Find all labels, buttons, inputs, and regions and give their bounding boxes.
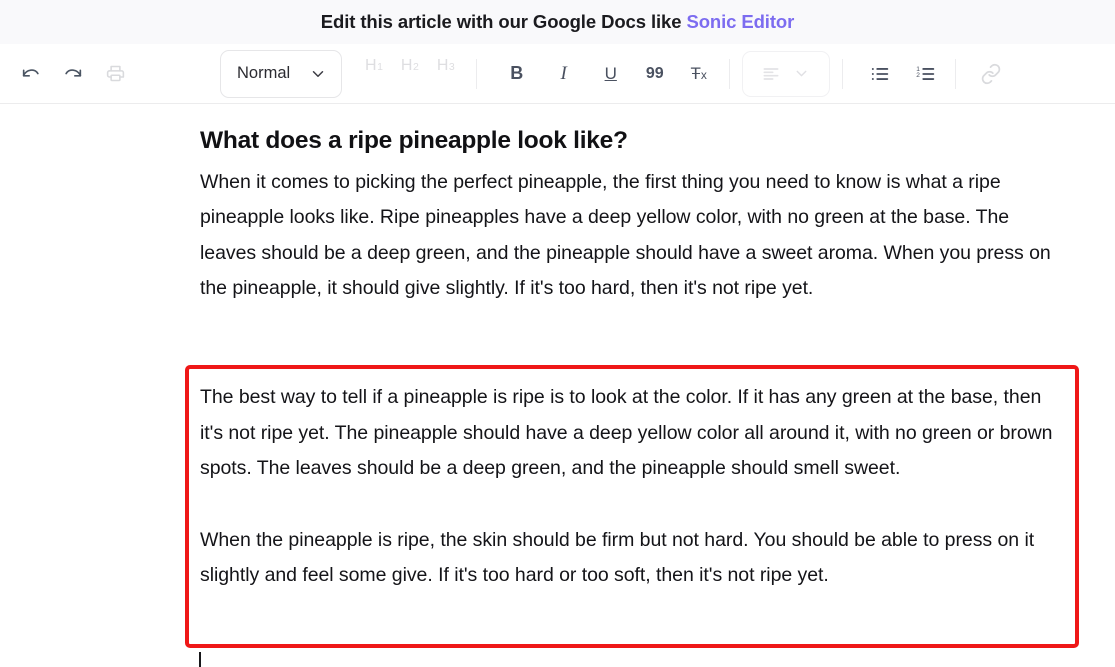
- sonic-editor-link[interactable]: Sonic Editor: [686, 11, 794, 32]
- heading-1-sub: 1: [377, 60, 383, 73]
- heading-3-sub: 3: [448, 60, 455, 73]
- paragraph-style-value: Normal: [237, 64, 291, 82]
- print-button[interactable]: [98, 57, 132, 91]
- undo-icon: [20, 63, 42, 85]
- bulleted-list-button[interactable]: [863, 57, 897, 91]
- heading-3-label: H: [436, 56, 449, 74]
- blockquote-button[interactable]: 99: [637, 57, 673, 91]
- chevron-down-icon: [309, 65, 327, 83]
- numbered-list-icon: 1 2: [915, 63, 937, 85]
- italic-button[interactable]: I: [546, 57, 582, 91]
- sonic-editor-app: Edit this article with our Google Docs l…: [0, 0, 1115, 667]
- header-title-text: Edit this article with our Google Docs l…: [320, 11, 687, 32]
- heading-2-button[interactable]: H2: [392, 57, 428, 91]
- toolbar-separator-3: [841, 58, 843, 89]
- clear-formatting-button[interactable]: Tx: [681, 57, 717, 91]
- document-content-top: What does a ripe pineapple look like? Wh…: [200, 125, 1062, 307]
- selected-paragraph-1: The best way to tell if a pineapple is r…: [200, 386, 1053, 479]
- underline-button[interactable]: U: [593, 57, 629, 91]
- selected-block-content: The best way to tell if a pineapple is r…: [200, 380, 1062, 594]
- selected-paragraph-2: When the pineapple is ripe, the skin sho…: [200, 528, 1035, 587]
- header-title: Edit this article with our Google Docs l…: [320, 11, 795, 33]
- page-header: Edit this article with our Google Docs l…: [0, 0, 1115, 44]
- printer-icon: [105, 63, 126, 84]
- undo-button[interactable]: [14, 57, 48, 91]
- heading-2-label: H: [400, 56, 413, 74]
- align-left-icon: [761, 64, 781, 84]
- heading-2-sub: 2: [412, 60, 419, 73]
- svg-text:2: 2: [916, 71, 920, 78]
- chevron-down-icon: [793, 65, 810, 82]
- document-heading: What does a ripe pineapple look like?: [200, 127, 628, 154]
- clear-formatting-icon: Tx: [690, 63, 707, 83]
- insert-link-button[interactable]: [974, 57, 1008, 91]
- redo-button[interactable]: [56, 57, 90, 91]
- text-align-dropdown[interactable]: [741, 50, 830, 97]
- toolbar-separator-2: [728, 58, 730, 89]
- heading-1-label: H: [365, 56, 377, 74]
- bulleted-list-icon: [869, 63, 891, 85]
- paragraph-style-dropdown[interactable]: Normal: [220, 49, 342, 98]
- bold-button[interactable]: B: [499, 57, 535, 91]
- toolbar-separator-1: [475, 58, 477, 89]
- redo-icon: [62, 63, 84, 85]
- heading-3-button[interactable]: H3: [428, 57, 464, 91]
- heading-1-button[interactable]: H1: [356, 57, 392, 91]
- editor-toolbar: Normal H1 H2 H3 B I U 99 Tx 1 2: [0, 44, 1115, 104]
- link-icon: [980, 63, 1002, 85]
- toolbar-separator-4: [954, 58, 956, 89]
- document-paragraph-1: When it comes to picking the perfect pin…: [200, 170, 1051, 300]
- document-body[interactable]: What does a ripe pineapple look like? Wh…: [0, 105, 1115, 667]
- numbered-list-button[interactable]: 1 2: [909, 57, 943, 91]
- text-cursor: [199, 652, 201, 667]
